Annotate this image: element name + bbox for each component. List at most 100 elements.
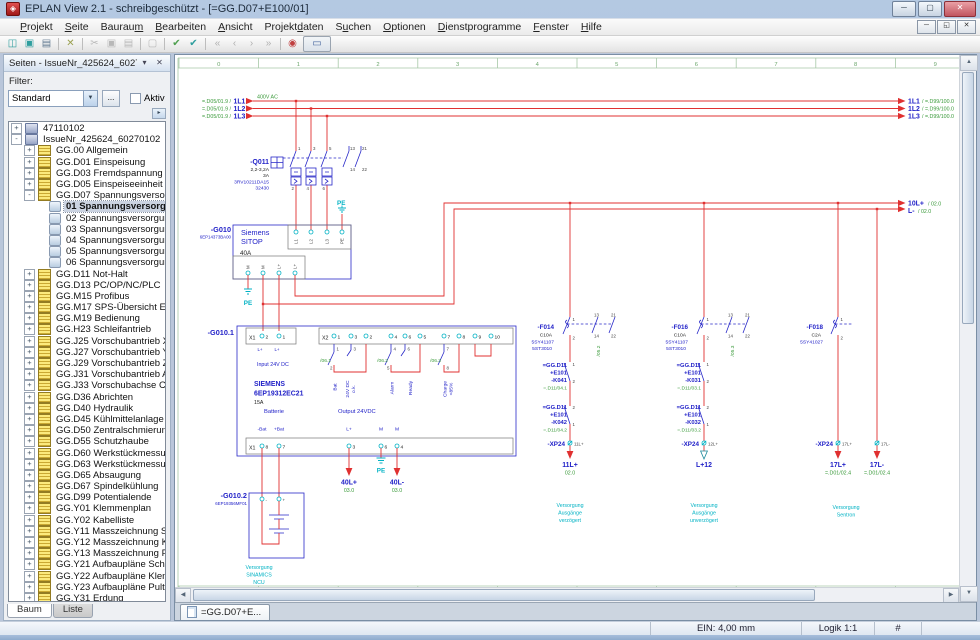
cut-button[interactable]: ✂ [86, 37, 103, 51]
expand-icon[interactable]: + [24, 302, 35, 313]
schematic-canvas[interactable]: 0123456789 005/05 [175, 55, 959, 587]
mdi-close-button[interactable]: ✕ [957, 20, 976, 34]
maximize-button[interactable]: ▢ [918, 1, 942, 17]
scroll-down-icon[interactable]: ▼ [960, 586, 978, 602]
expand-icon[interactable]: + [24, 168, 35, 179]
tree-item[interactable]: +GG.J31 Vorschubantrieb A-Achse [9, 369, 165, 380]
tree-item[interactable]: +GG.M15 Profibus [9, 291, 165, 302]
expand-icon[interactable]: + [24, 157, 35, 168]
title-bar[interactable]: ◈ EPLAN View 2.1 - schreibgeschützt - [=… [0, 0, 980, 18]
tree-item[interactable]: +GG.D05 Einspeiseeinheit [9, 179, 165, 190]
expand-icon[interactable]: + [24, 280, 35, 291]
expand-icon[interactable]: + [24, 347, 35, 358]
tree-item[interactable]: +GG.Y22 Aufbaupläne Klemmenkästen [9, 571, 165, 582]
expand-icon[interactable]: + [24, 571, 35, 582]
expand-icon[interactable]: + [24, 403, 35, 414]
expand-icon[interactable]: + [24, 145, 35, 156]
tree-item[interactable]: +GG.Y31 Erdung [9, 593, 165, 602]
menu-projektdaten[interactable]: Projektdaten [259, 20, 330, 34]
page-last-button[interactable]: » [260, 37, 277, 51]
page-next-button[interactable]: › [243, 37, 260, 51]
open-project-button[interactable]: ◫ [4, 37, 21, 51]
tree-item[interactable]: +GG.Y13 Masszeichnung Pulte [9, 548, 165, 559]
tree-item[interactable]: +GG.D65 Absaugung [9, 470, 165, 481]
mdi-restore-button[interactable]: ◱ [937, 20, 956, 34]
tree-item[interactable]: +GG.Y02 Kabelliste [9, 515, 165, 526]
expand-icon[interactable]: + [24, 436, 35, 447]
tree-item[interactable]: +GG.D36 Abrichten [9, 392, 165, 403]
tree-item[interactable]: +GG.D50 Zentralschmierung [9, 425, 165, 436]
tree-item[interactable]: +GG.Y11 Masszeichnung Schaltschränke [9, 526, 165, 537]
expand-icon[interactable]: + [11, 123, 22, 134]
expand-icon[interactable]: + [24, 358, 35, 369]
menu-bauraum[interactable]: Bauraum [95, 20, 150, 34]
tree-item[interactable]: +GG.D60 Werkstückmessung [9, 447, 165, 458]
tree-item[interactable]: +GG.D55 Schutzhaube [9, 436, 165, 447]
tree-item[interactable]: 06 Spannungsversorgung 24V DC [9, 257, 165, 268]
tree-item[interactable]: +GG.D40 Hydraulik [9, 403, 165, 414]
tree-item[interactable]: +GG.D45 Kühlmittelanlage [9, 414, 165, 425]
expand-icon[interactable]: + [24, 425, 35, 436]
document-tab[interactable]: =GG.D07+E... [180, 604, 270, 620]
menu-hilfe[interactable]: Hilfe [575, 20, 608, 34]
page-prev-button[interactable]: ‹ [226, 37, 243, 51]
goto-button[interactable]: ◉ [284, 37, 301, 51]
page-first-button[interactable]: « [209, 37, 226, 51]
tree-item[interactable]: 04 Spannungsversorgung 24V DC [9, 235, 165, 246]
filter-combobox[interactable]: Standard ▼ [8, 90, 98, 107]
tree-item[interactable]: +GG.D03 Fremdspannung 230V AC [9, 168, 165, 179]
tree-item[interactable]: 01 Spannungsversorgung 24V DC [9, 201, 165, 212]
tree-item[interactable]: +GG.D99 Potentialende [9, 492, 165, 503]
horizontal-scrollbar[interactable]: ◀ ▶ [175, 587, 959, 602]
tree-item[interactable]: 03 Spannungsversorgung 24V DC [9, 224, 165, 235]
tree-item[interactable]: +GG.Y01 Klemmenplan [9, 503, 165, 514]
menu-dienstprogramme[interactable]: Dienstprogramme [432, 20, 527, 34]
mdi-minimize-button[interactable]: ─ [917, 20, 936, 34]
tree-item[interactable]: +GG.D01 Einspeisung [9, 157, 165, 168]
expand-icon[interactable]: + [24, 537, 35, 548]
expand-icon[interactable]: + [24, 593, 35, 602]
edit-check2-button[interactable]: ✔ [185, 37, 202, 51]
expand-icon[interactable]: + [24, 269, 35, 280]
expand-icon[interactable]: + [24, 313, 35, 324]
menu-suchen[interactable]: Suchen [330, 20, 378, 34]
filter-browse-button[interactable]: ... [102, 90, 120, 107]
expand-icon[interactable]: + [24, 503, 35, 514]
tree-item[interactable]: +GG.D67 Spindelkühlung [9, 481, 165, 492]
pages-panel-header[interactable]: Seiten - IssueNr_425624_60270102 ▾ ✕ [4, 55, 170, 72]
tree-item[interactable]: 02 Spannungsversorgung 24V DC [9, 213, 165, 224]
collapse-icon[interactable]: - [24, 190, 35, 201]
panel-mini-button[interactable]: ▸ [152, 108, 166, 119]
expand-icon[interactable]: + [24, 459, 35, 470]
expand-icon[interactable]: + [24, 291, 35, 302]
expand-icon[interactable]: + [24, 559, 35, 570]
expand-icon[interactable]: + [24, 515, 35, 526]
tree-item[interactable]: 05 Spannungsversorgung 24V DC [9, 246, 165, 257]
tree-item[interactable]: +GG.Y12 Masszeichnung Klemmenkästen [9, 537, 165, 548]
panel-close-icon[interactable]: ✕ [152, 56, 167, 70]
tree-item[interactable]: +47110102 [9, 123, 165, 134]
tree-item[interactable]: +GG.J27 Vorschubantrieb Y-Achse [9, 347, 165, 358]
tree-item[interactable]: +GG.D11 Not-Halt [9, 268, 165, 279]
tree-item[interactable]: +GG.J33 Vorschubachse C-Achse [9, 380, 165, 391]
fullscreen-button[interactable]: ▭ [303, 36, 331, 52]
tree-item[interactable]: -IssueNr_425624_60270102 [9, 134, 165, 145]
vertical-scroll-thumb[interactable] [962, 72, 974, 324]
tree-item[interactable]: +GG.M17 SPS-Übersicht E/A [9, 302, 165, 313]
delete-button[interactable]: ▢ [144, 37, 161, 51]
menu-seite[interactable]: Seite [59, 20, 95, 34]
expand-icon[interactable]: + [24, 380, 35, 391]
expand-icon[interactable]: + [24, 179, 35, 190]
expand-icon[interactable]: + [24, 492, 35, 503]
close-button[interactable]: ✕ [944, 1, 976, 17]
expand-icon[interactable]: + [24, 470, 35, 481]
menu-optionen[interactable]: Optionen [377, 20, 432, 34]
expand-icon[interactable]: + [24, 526, 35, 537]
vertical-scrollbar[interactable]: ▲ ▼ [959, 55, 976, 602]
tree-item[interactable]: +GG.00 Allgemein [9, 145, 165, 156]
tree-item[interactable]: +GG.M19 Bedienung [9, 313, 165, 324]
page-tree[interactable]: +47110102-IssueNr_425624_60270102+GG.00 … [8, 121, 166, 602]
aktiv-checkbox[interactable] [130, 93, 141, 104]
edit-check-button[interactable]: ✔ [168, 37, 185, 51]
panel-tab-baum[interactable]: Baum [7, 604, 52, 618]
